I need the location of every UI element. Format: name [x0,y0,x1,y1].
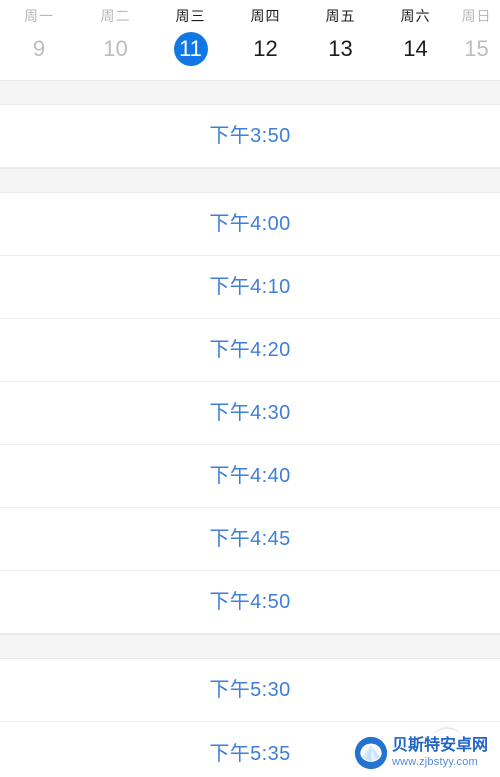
day-column-11[interactable]: 周三 11 [153,0,228,80]
day-number: 13 [328,36,353,61]
day-number-wrap[interactable]: 13 [324,32,358,66]
time-slot-row[interactable]: 下午3:50 [0,105,500,168]
time-slot-label: 下午4:30 [209,402,291,424]
time-slot-row[interactable]: 下午4:40 [0,445,500,508]
weekday-label: 周一 [24,8,54,24]
day-column-15[interactable]: 周日 15 [453,0,500,80]
time-slot-row[interactable]: 下午4:10 [0,256,500,319]
day-number: 12 [253,36,278,61]
day-column-13[interactable]: 周五 13 [303,0,378,80]
day-number: 15 [464,36,489,61]
day-number-wrap[interactable]: 10 [99,32,133,66]
day-number-wrap[interactable]: 12 [249,32,283,66]
time-slot-label: 下午4:45 [209,528,291,550]
time-slot-label: 下午5:35 [209,742,291,765]
selected-day-badge[interactable]: 11 [173,32,208,66]
day-number: 9 [32,36,46,61]
time-slot-row[interactable]: 下午4:20 [0,319,500,382]
time-slot-row[interactable]: 下午4:30 [0,382,500,445]
time-slot-label: 下午5:30 [209,679,291,701]
time-slot-label: 下午4:50 [209,591,291,613]
time-slot-label: 下午4:40 [209,465,291,487]
day-column-12[interactable]: 周四 12 [228,0,303,80]
time-slot-label: 下午4:00 [209,213,291,235]
weekday-label: 周四 [250,8,281,24]
time-slot-label: 下午4:20 [209,339,291,361]
time-slot-row[interactable]: 下午5:35 [0,722,500,777]
time-slot-row[interactable]: 下午4:50 [0,571,500,634]
weekday-label: 周日 [461,8,492,24]
weekday-label: 周三 [175,8,206,24]
day-number-wrap[interactable]: 14 [399,32,433,66]
day-number: 10 [103,36,128,61]
time-slot-label: 下午4:10 [209,276,291,298]
time-slot-row[interactable]: 下午5:30 [0,659,500,722]
time-slot-list[interactable]: 下午3:50 下午4:00 下午4:10 下午4:20 下午4:30 下午4:40 下午4:… [0,80,500,777]
day-number: 14 [403,36,428,61]
day-number-wrap[interactable]: 9 [22,32,56,66]
time-slot-label: 下午3:50 [209,125,291,147]
weekday-label: 周五 [325,8,356,24]
weekday-label: 周二 [100,8,131,24]
day-number: 11 [179,36,202,61]
day-number-wrap[interactable]: 15 [460,32,494,66]
slot-group-separator [0,634,500,659]
time-slot-row[interactable]: 下午4:00 [0,193,500,256]
day-column-10[interactable]: 周二 10 [78,0,153,80]
day-column-9[interactable]: 周一 9 [0,0,78,80]
time-slot-row[interactable]: 下午4:45 [0,508,500,571]
day-column-14[interactable]: 周六 14 [378,0,453,80]
slot-group-separator [0,168,500,193]
weekday-label: 周六 [400,8,431,24]
slot-group-separator [0,80,500,105]
week-strip[interactable]: 周一 9 周二 10 周三 11 周四 12 周五 13 周六 14 周日 15 [0,0,500,80]
